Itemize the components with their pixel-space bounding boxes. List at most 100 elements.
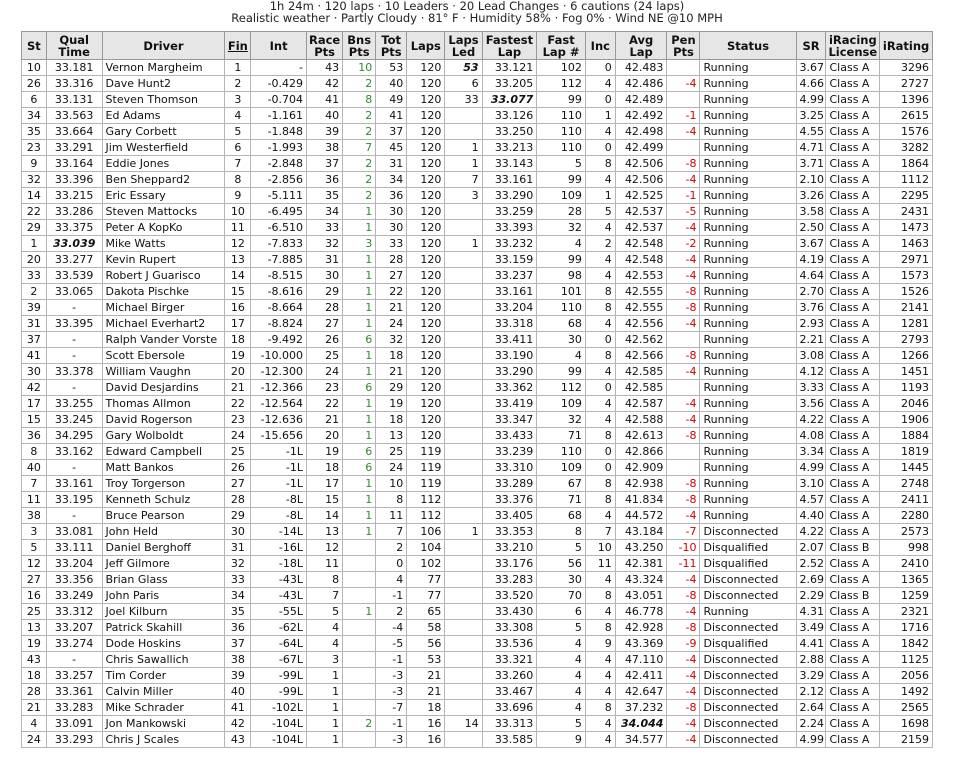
cell-laps: 119 [406,459,446,476]
cell-license: Class A [825,379,881,396]
cell-safety-rating: 4.40 [795,507,827,524]
cell-penalty-pts: -5 [666,203,701,220]
cell-bonus-pts: 1 [342,507,377,524]
cell-fastest-lap: 33.121 [481,59,538,76]
cell-fast-lap-num: 5 [536,715,586,732]
cell-penalty-pts: -4 [666,507,701,524]
table-row: 10 33.181 Vernon Margheim 1-43 10 53 120 53 33.1… [21,59,933,76]
cell-finish-pos: 20 [224,363,252,380]
cell-status: Running [699,411,797,428]
cell-driver-name: Michael Birger [101,299,226,316]
table-row: 21 33.283 Mike Schrader 41 -102L 1 -7 18 33.696 4… [21,699,933,716]
cell-total-pts: 24 [375,459,408,476]
cell-qual-time: 33.312 [45,603,103,620]
race-summary: 1h 24m · 120 laps · 10 Leaders · 20 Lead… [0,0,954,24]
cell-race-pts: 25 [306,347,344,364]
cell-start-pos: 41 [21,347,47,364]
cell-avg-lap: 42.483 [614,59,668,76]
cell-fast-lap-num: 68 [536,507,586,524]
cell-laps: 120 [406,187,446,204]
cell-laps: 120 [406,123,446,140]
cell-status: Running [699,235,797,252]
cell-incidents: 8 [584,619,616,636]
cell-fastest-lap: 33.176 [481,555,538,572]
cell-laps: 120 [406,251,446,268]
cell-penalty-pts: -4 [666,315,701,332]
cell-safety-rating: 3.67 [795,235,827,252]
cell-total-pts: -7 [375,699,408,716]
col-pen-pts[interactable]: Pen Pts [666,31,701,60]
cell-license: Class A [825,139,881,156]
col-fastest-lap[interactable]: Fastest Lap [481,31,538,60]
cell-safety-rating: 4.99 [795,91,827,108]
cell-fastest-lap: 33.318 [481,315,538,332]
table-row: 38- Bruce Pearson 29 -8L 14 1 11 112 33.405 68 4 44… [21,507,933,524]
cell-status: Running [699,299,797,316]
cell-race-pts: 17 [306,475,344,492]
col-irating[interactable]: iRating [879,31,933,60]
col-tot-pts[interactable]: Tot Pts [375,31,408,60]
col-avg-lap[interactable]: Avg Lap [614,31,668,60]
cell-interval: -8.616 [250,283,308,300]
cell-license: Class A [825,715,881,732]
col-inc[interactable]: Inc [584,31,616,60]
col-race-pts[interactable]: Race Pts [306,31,344,60]
cell-license: Class A [825,187,881,204]
col-fin[interactable]: Fin [224,31,252,60]
cell-incidents: 4 [584,363,616,380]
col-bns-pts[interactable]: Bns Pts [342,31,377,60]
table-row: 23 33.291 Jim Westerfield 6 -1.993 38 7 45 120 1 3… [21,139,933,156]
col-driver[interactable]: Driver [101,31,226,60]
cell-driver-name: Patrick Skahill [101,619,226,636]
cell-laps-led [444,379,483,396]
cell-laps-led [444,699,483,716]
cell-laps-led [444,603,483,620]
cell-status: Disconnected [699,667,797,684]
cell-interval: -64L [250,635,308,652]
cell-incidents: 4 [584,715,616,732]
col-st[interactable]: St [21,31,47,60]
cell-irating: 2431 [879,203,933,220]
cell-start-pos: 25 [21,603,47,620]
cell-bonus-pts: 1 [342,219,377,236]
cell-laps-led [444,651,483,668]
cell-fastest-lap: 33.585 [481,731,538,748]
cell-finish-pos: 23 [224,411,252,428]
col-fast-lap-num[interactable]: Fast Lap # [536,31,586,60]
cell-incidents: 4 [584,571,616,588]
cell-laps: 53 [406,651,446,668]
cell-fastest-lap: 33.308 [481,619,538,636]
cell-interval: -0.704 [250,91,308,108]
cell-total-pts: -4 [375,619,408,636]
cell-avg-lap: 37.232 [614,699,668,716]
col-status[interactable]: Status [699,31,797,60]
cell-avg-lap: 42.492 [614,107,668,124]
col-sr[interactable]: SR [795,31,827,60]
cell-fast-lap-num: 110 [536,107,586,124]
cell-race-pts: 42 [306,75,344,92]
cell-irating: 1884 [879,427,933,444]
cell-incidents: 4 [584,683,616,700]
col-laps-led[interactable]: Laps Led [444,31,483,60]
col-qual-time[interactable]: Qual Time [45,31,103,60]
cell-bonus-pts: 1 [342,411,377,428]
cell-fastest-lap: 33.239 [481,443,538,460]
col-int[interactable]: Int [250,31,308,60]
cell-incidents: 4 [584,667,616,684]
table-row: 9 33.164 Eddie Jones 7 -2.848 37 2 31 120 1 33.143… [21,155,933,172]
cell-license: Class A [825,171,881,188]
cell-license: Class A [825,75,881,92]
cell-laps-led [444,731,483,748]
cell-bonus-pts: 1 [342,283,377,300]
cell-qual-time: 33.245 [45,411,103,428]
col-license[interactable]: iRacing License [825,31,881,60]
cell-race-pts: 27 [306,315,344,332]
cell-laps-led [444,347,483,364]
cell-avg-lap: 42.587 [614,395,668,412]
cell-license: Class A [825,507,881,524]
cell-status: Disconnected [699,523,797,540]
cell-irating: 2971 [879,251,933,268]
cell-driver-name: Steven Thomson [101,91,226,108]
col-laps[interactable]: Laps [406,31,446,60]
cell-qual-time: 33.277 [45,251,103,268]
